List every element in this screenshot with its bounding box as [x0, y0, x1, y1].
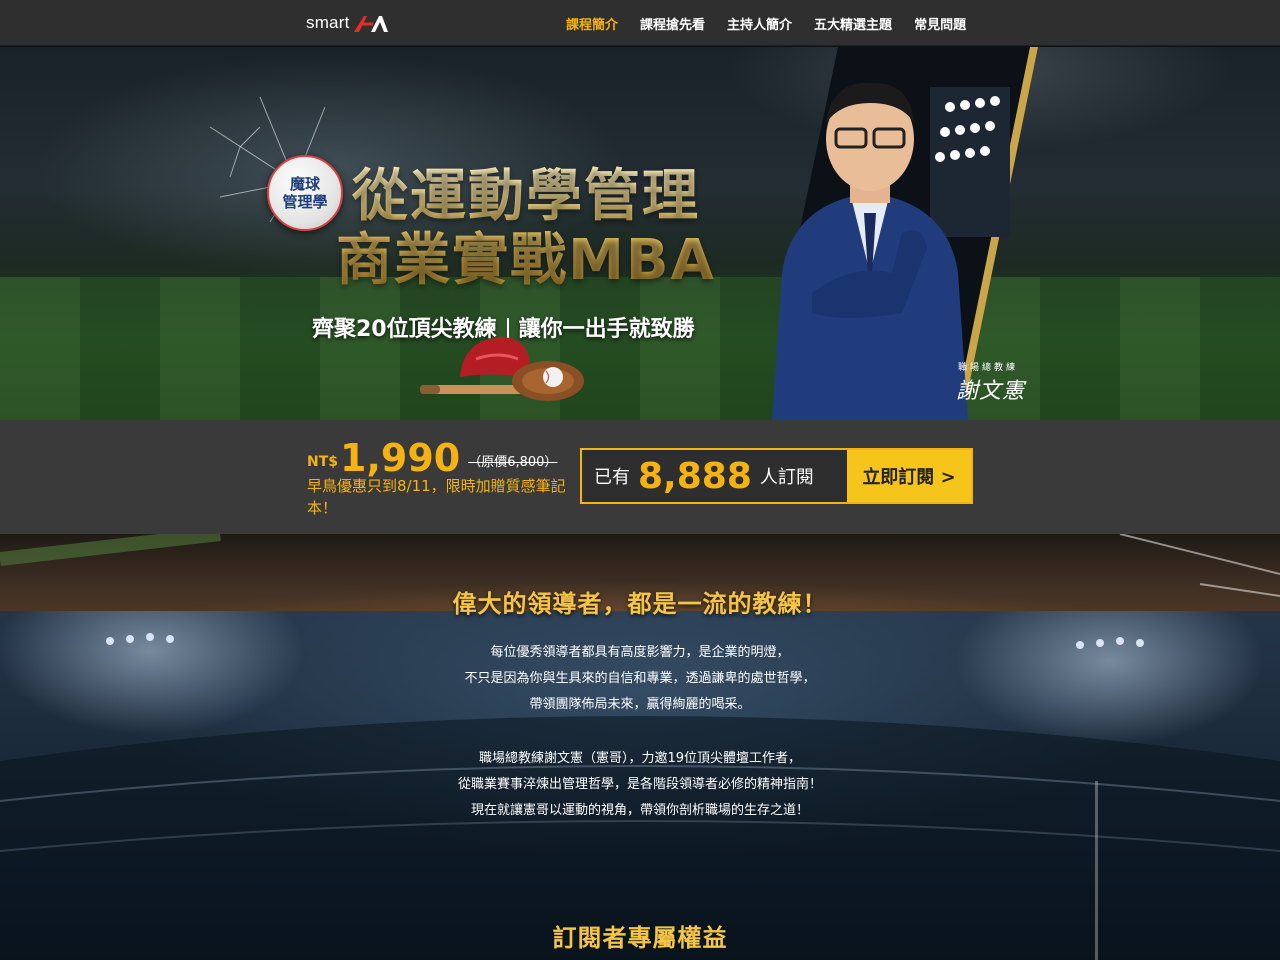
hero-banner: 魔球 管理學 從運動學管理 商業實戰MBA 齊聚20位頂尖教練讓你一出手就致勝: [0, 47, 1280, 420]
intro-line: 每位優秀領導者都具有高度影響力，是企業的明燈，: [490, 645, 790, 660]
host-signature: 謝文憲: [956, 379, 1026, 404]
hero-field-background: [0, 277, 1280, 420]
original-price: （原價6,800）: [468, 455, 558, 470]
price-row: NT$1,990 （原價6,800）: [307, 436, 557, 480]
subscribe-now-button[interactable]: 立即訂閱 >: [847, 450, 971, 502]
host-portrait: [772, 82, 968, 420]
site-logo[interactable]: smart: [306, 11, 391, 35]
pricing-bar: NT$1,990 （原價6,800） 早鳥優惠只到8/11，限時加贈質感筆記本！ …: [0, 420, 1280, 534]
main-menu: 課程簡介 課程搶先看 主持人簡介 五大精選主題 常見問題: [566, 0, 988, 46]
early-bird-promo: 早鳥優惠只到8/11，限時加贈質感筆記本！: [307, 477, 566, 517]
subscribe-box: 已有 8,888 人訂閱 立即訂閱 >: [580, 448, 973, 504]
nav-item-host-intro[interactable]: 主持人簡介: [727, 14, 792, 33]
nav-item-faq[interactable]: 常見問題: [914, 14, 966, 33]
intro-line: 現在就讓憲哥以運動的視角，帶領你剖析職場的生存之道！: [470, 803, 809, 818]
baseball-gear-illustration: [420, 337, 584, 401]
nav-item-course-intro[interactable]: 課程簡介: [566, 14, 618, 33]
subscriber-count: 8,888: [638, 455, 752, 497]
leaders-heading: 偉大的領導者，都是一流的教練！: [452, 590, 828, 618]
subscriber-suffix: 人訂閱: [759, 467, 814, 488]
hero-title-line-2: 商業實戰MBA: [336, 228, 716, 293]
subscriber-prefix: 已有: [594, 467, 630, 488]
nav-item-course-preview[interactable]: 課程搶先看: [640, 14, 705, 33]
intro-line: 不只是因為你與生具來的自信和專業，透過謙卑的處世哲學，: [464, 671, 816, 686]
logo-mark-icon: [353, 16, 388, 32]
intro-line: 帶領團隊佈局未來，贏得絢麗的喝采。: [529, 697, 751, 712]
price-value: 1,990: [340, 436, 461, 480]
host-title-label: 職場總教練: [958, 363, 1019, 373]
top-nav: smart 課程簡介 課程搶先看 主持人簡介 五大精選主題 常見問題: [0, 0, 1280, 46]
intro-text: 每位優秀領導者都具有高度影響力，是企業的明燈， 不只是因為你與生具來的自信和專業…: [340, 640, 940, 824]
hero-title: 從運動學管理 商業實戰MBA: [306, 165, 746, 293]
hero-title-line-1: 從運動學管理: [352, 164, 700, 229]
subscriber-benefits-heading: 訂閱者專屬權益: [552, 924, 728, 952]
intro-line: 從職業賽事淬煉出管理哲學，是各階段領導者必修的精神指南！: [457, 777, 822, 792]
price-currency: NT$: [307, 454, 339, 470]
intro-line: 職場總教練謝文憲（憲哥），力邀19位頂尖體壇工作者，: [478, 751, 802, 766]
nav-item-five-topics[interactable]: 五大精選主題: [814, 14, 892, 33]
logo-text: smart: [306, 13, 350, 32]
